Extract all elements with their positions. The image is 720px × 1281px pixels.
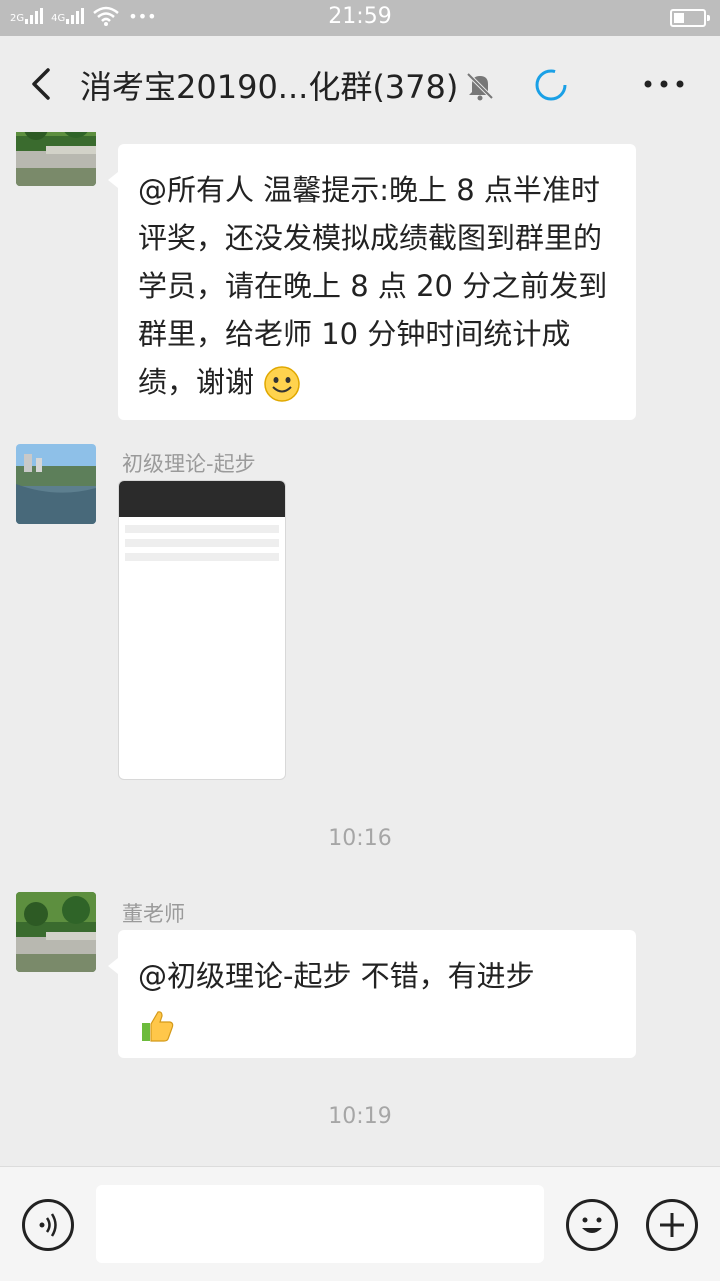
mute-bell-icon	[466, 72, 494, 101]
emoji-icon	[582, 1217, 602, 1233]
loading-spinner-icon	[535, 69, 567, 101]
message-input[interactable]	[96, 1185, 544, 1263]
battery-icon	[670, 9, 710, 27]
message-bubble[interactable]: @初级理论-起步 不错，有进步	[108, 930, 636, 1058]
battery-fill	[674, 13, 684, 23]
back-arrow-icon[interactable]	[24, 66, 60, 102]
plus-button[interactable]	[646, 1199, 698, 1251]
chat-header: 消考宝20190...化群(378)	[0, 36, 720, 132]
image-thumbnail-row	[125, 525, 279, 533]
avatar[interactable]	[16, 892, 96, 972]
smile-emoji-icon	[264, 366, 300, 402]
avatar[interactable]	[16, 132, 96, 186]
plus-icon	[660, 1213, 684, 1237]
image-thumbnail-row	[125, 539, 279, 547]
image-thumbnail-row	[125, 553, 279, 561]
chat-title[interactable]: 消考宝20190...化群(378)	[80, 62, 458, 108]
avatar[interactable]	[16, 444, 96, 524]
voice-icon	[39, 1213, 57, 1237]
timestamp: 10:16	[328, 826, 392, 851]
image-message[interactable]	[118, 480, 286, 780]
more-icon[interactable]	[640, 74, 688, 94]
voice-button[interactable]	[22, 1199, 74, 1251]
sender-name: 初级理论-起步	[122, 452, 256, 476]
avatar-river-image	[16, 444, 96, 524]
avatar-landscape-image	[16, 132, 96, 186]
status-bar: 2G 4G ••• 21:59	[0, 0, 720, 36]
timestamp: 10:19	[328, 1104, 392, 1129]
avatar-landscape-image	[16, 892, 96, 972]
message-text: @所有人 温馨提示:晚上 8 点半准时评奖，还没发模拟成绩截图到群里的学员，请在…	[138, 173, 608, 399]
sender-name: 董老师	[122, 902, 185, 926]
message-text: @初级理论-起步 不错，有进步	[138, 959, 535, 993]
status-time: 21:59	[328, 4, 392, 29]
thumbs-up-emoji-icon	[142, 1011, 174, 1042]
image-thumbnail-header	[119, 481, 285, 517]
input-bar	[0, 1166, 720, 1281]
chat-area[interactable]: @所有人 温馨提示:晚上 8 点半准时评奖，还没发模拟成绩截图到群里的学员，请在…	[0, 132, 720, 1166]
message-bubble[interactable]: @所有人 温馨提示:晚上 8 点半准时评奖，还没发模拟成绩截图到群里的学员，请在…	[108, 144, 636, 420]
emoji-button[interactable]	[566, 1199, 618, 1251]
